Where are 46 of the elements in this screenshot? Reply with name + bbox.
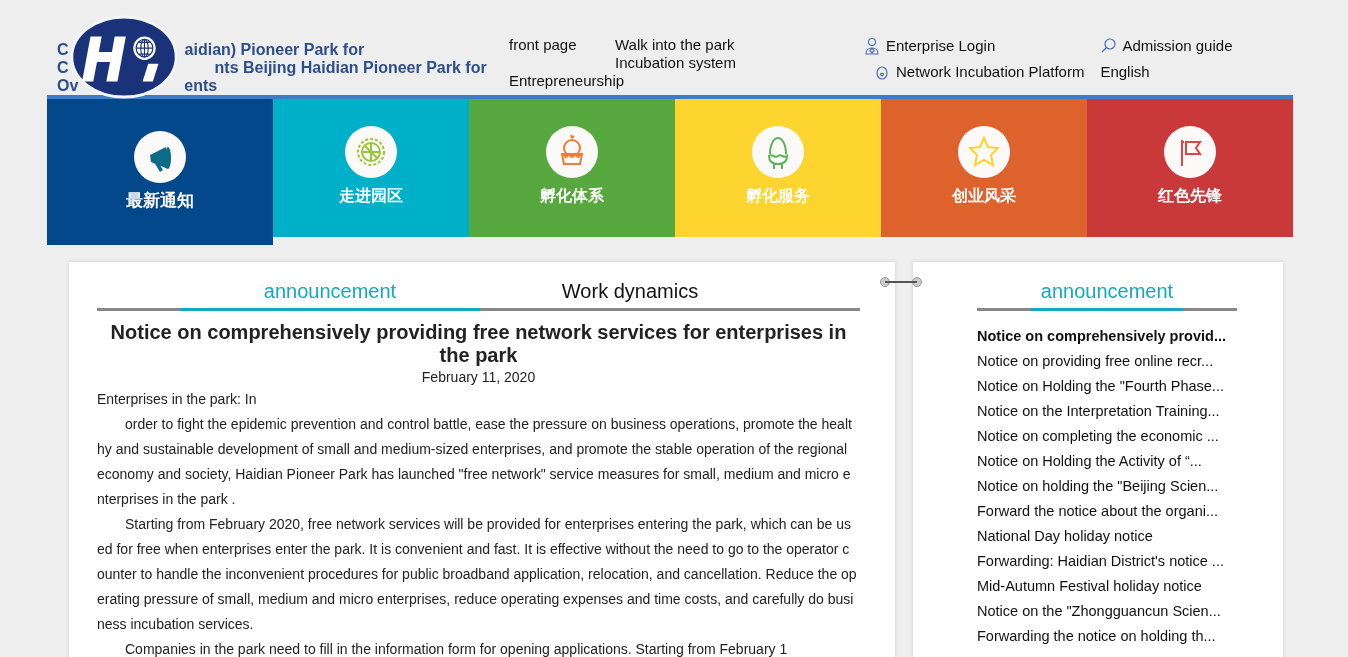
egg-icon: [874, 63, 890, 81]
site-title: aidian) Pioneer Park for: [184, 41, 365, 59]
site-title: Ov: [57, 77, 79, 95]
site-title: C: [57, 41, 69, 59]
site-title: ents: [184, 77, 218, 95]
megaphone-icon: [134, 131, 186, 183]
header-link[interactable]: Network Incubation Platform: [874, 62, 1085, 82]
header-link[interactable]: Enterprise Login: [864, 36, 1085, 56]
header-link[interactable]: English: [1100, 62, 1233, 82]
header-link[interactable]: Admission guide: [1100, 36, 1233, 56]
tab[interactable]: Work dynamics: [480, 278, 780, 311]
notice-link[interactable]: National Day holiday notice: [977, 524, 1283, 549]
notice-link[interactable]: Notice on holding the "Beijing Scien...: [977, 474, 1283, 499]
paragraph: Companies in the park need to fill in the information form for opening applications. Starting from February 1: [124, 640, 789, 657]
nav-link[interactable]: Entrepreneurship: [509, 72, 864, 90]
nav-link[interactable]: Walk into the park: [615, 36, 736, 54]
search-icon: [1100, 37, 1117, 55]
notice-link[interactable]: Notice on providing free online recr...: [977, 349, 1283, 374]
article-date: February 11, 2020: [420, 368, 537, 387]
egg-icon: [752, 126, 804, 178]
article-title: Notice on comprehensively providing free network services for enterprises in the park: [109, 321, 848, 367]
notice-link[interactable]: Notice on the Interpretation Training...: [977, 399, 1283, 424]
notice-link[interactable]: Notice on completing the economic ...: [977, 424, 1283, 449]
notice-link[interactable]: Notice on Holding the "Fourth Phase...: [977, 374, 1283, 399]
paragraph: Starting from February 2020, free network services will be provided for enterprises entering the park, which can be used for free when enterprises enter the park. It is convenient and fast. It is effective without the need to go to the operator counter to handle the inconvenient procedures for public broadband application, relocation, and cancellation. Reduce the operating pressure of small, medium and micro enterprises, reduce operating expenses and time costs, and carefully do business incubation services.: [97, 515, 857, 634]
sidebar-heading: announcement: [1030, 278, 1184, 311]
notice-link[interactable]: Forwarding the notice on holding th...: [977, 624, 1283, 649]
paragraph: order to fight the epidemic prevention and control battle, ease the pressure on business operations, promote the healthy and sustainable development of small and medium-sized enterprises, and promote the stable operation of the regional economy and society, Haidian Pioneer Park has launched "free network" service measures for small, medium and micro enterprises in the park .: [97, 415, 853, 509]
notice-link[interactable]: Notice on comprehensively provid...: [977, 324, 1283, 349]
notice-link[interactable]: Notice on Holding the Activity of “...: [977, 449, 1283, 474]
notice-link[interactable]: Forwarding: Haidian District's notice ...: [977, 549, 1283, 574]
notice-link[interactable]: Mid-Autumn Festival holiday notice: [977, 574, 1283, 599]
flag-icon: [1164, 126, 1216, 178]
notice-link[interactable]: Forward the notice about the organi...: [977, 499, 1283, 524]
nav-link[interactable]: front page: [509, 36, 615, 72]
greeting: Enterprises in the park: In: [97, 390, 258, 409]
category-tile[interactable]: 红色先锋: [1087, 99, 1293, 237]
site-title: C: [57, 59, 69, 77]
person-icon: [864, 37, 880, 55]
notice-link[interactable]: Notice on the "Zhongguancun Scien...: [977, 599, 1283, 624]
nav-link[interactable]: Incubation system: [615, 54, 736, 72]
category-tile[interactable]: 最新通知: [47, 99, 273, 245]
site-title: nts Beijing Haidian Pioneer Park for: [214, 59, 487, 77]
globe-icon: [345, 126, 397, 178]
ring-connector-icon: [879, 276, 923, 288]
category-tile[interactable]: 创业风采: [881, 99, 1087, 237]
